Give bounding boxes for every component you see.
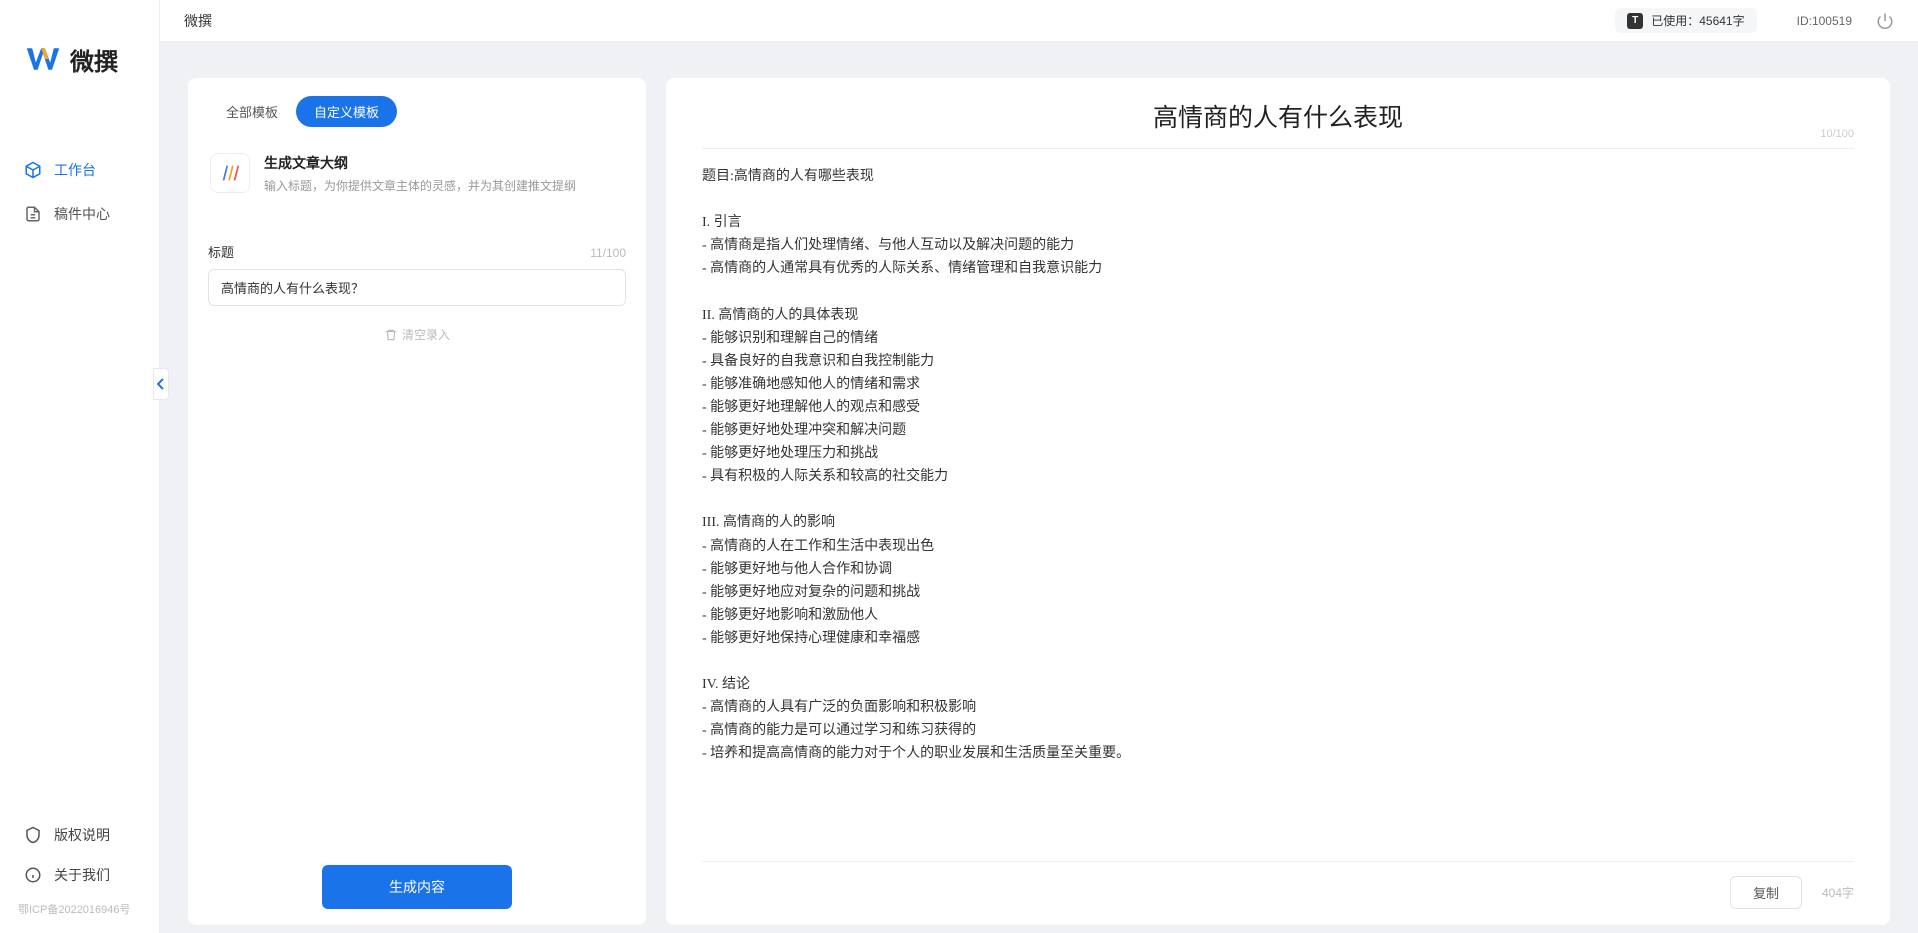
- nav-item-label: 工作台: [54, 160, 96, 180]
- nav-item-label: 稿件中心: [54, 204, 110, 224]
- tabs: 全部模板 自定义模板: [208, 96, 626, 127]
- nav-item-label: 关于我们: [54, 865, 110, 885]
- chevron-left-icon: [157, 378, 165, 390]
- doc-title-count: 10/100: [1820, 128, 1854, 140]
- trash-icon: [384, 328, 398, 342]
- tab-label: 自定义模板: [314, 105, 379, 120]
- logo-mark-icon: [24, 40, 62, 78]
- t-badge-icon: T: [1627, 13, 1643, 29]
- nav: 工作台 稿件中心: [0, 108, 159, 815]
- generate-button[interactable]: 生成内容: [322, 865, 512, 909]
- page-title: 微撰: [184, 11, 212, 31]
- left-panel: 全部模板 自定义模板 生成文章大纲 输入标题，为你提供文章主体的灵感，并为其创建: [188, 78, 646, 925]
- logo: 微撰: [0, 0, 159, 108]
- sidebar: 微撰 工作台 稿件中心: [0, 0, 160, 933]
- collapse-sidebar-button[interactable]: [153, 368, 169, 400]
- icp-text: 鄂ICP备2022016946号: [0, 895, 159, 923]
- clear-label: 清空录入: [402, 326, 450, 343]
- right-panel: 高情商的人有什么表现 10/100 题目:高情商的人有哪些表现 I. 引言 - …: [666, 78, 1890, 925]
- template-card: 生成文章大纲 输入标题，为你提供文章主体的灵感，并为其创建推文提纲: [208, 145, 626, 216]
- doc-footer: 复制 404字: [702, 861, 1854, 909]
- char-count: 11/100: [590, 246, 626, 260]
- word-count: 404字: [1822, 884, 1854, 901]
- usage-label: 已使用：: [1651, 12, 1699, 29]
- nav-item-about[interactable]: 关于我们: [0, 855, 159, 895]
- usage-value: 45641字: [1699, 12, 1744, 29]
- nav-item-drafts[interactable]: 稿件中心: [0, 192, 159, 236]
- shield-icon: [24, 826, 42, 844]
- nav-item-workbench[interactable]: 工作台: [0, 148, 159, 192]
- topbar: 微撰 T 已使用： 45641字 ID:100519: [160, 0, 1918, 42]
- tab-label: 全部模板: [226, 105, 278, 120]
- file-icon: [24, 205, 42, 223]
- content: 全部模板 自定义模板 生成文章大纲 输入标题，为你提供文章主体的灵感，并为其创建: [160, 42, 1918, 933]
- usage-pill[interactable]: T 已使用： 45641字: [1615, 8, 1756, 33]
- tab-all-templates[interactable]: 全部模板: [208, 96, 296, 127]
- cube-icon: [24, 161, 42, 179]
- main: 微撰 T 已使用： 45641字 ID:100519 全部模板 自定义模板: [160, 0, 1918, 933]
- nav-item-copyright[interactable]: 版权说明: [0, 815, 159, 855]
- info-icon: [24, 866, 42, 884]
- doc-content[interactable]: 题目:高情商的人有哪些表现 I. 引言 - 高情商是指人们处理情绪、与他人互动以…: [702, 165, 1854, 851]
- copy-button[interactable]: 复制: [1730, 876, 1802, 909]
- user-id: ID:100519: [1797, 14, 1852, 28]
- power-icon[interactable]: [1876, 12, 1894, 30]
- tab-custom-templates[interactable]: 自定义模板: [296, 96, 397, 127]
- form-label: 标题: [208, 242, 234, 261]
- template-icon: [210, 153, 250, 193]
- sidebar-bottom: 版权说明 关于我们 鄂ICP备2022016946号: [0, 815, 159, 933]
- template-desc: 输入标题，为你提供文章主体的灵感，并为其创建推文提纲: [264, 177, 576, 194]
- doc-title: 高情商的人有什么表现: [702, 98, 1854, 134]
- clear-input-button[interactable]: 清空录入: [208, 326, 626, 343]
- nav-item-label: 版权说明: [54, 825, 110, 845]
- template-title: 生成文章大纲: [264, 153, 576, 173]
- logo-text: 微撰: [70, 42, 118, 77]
- title-input[interactable]: [208, 269, 626, 306]
